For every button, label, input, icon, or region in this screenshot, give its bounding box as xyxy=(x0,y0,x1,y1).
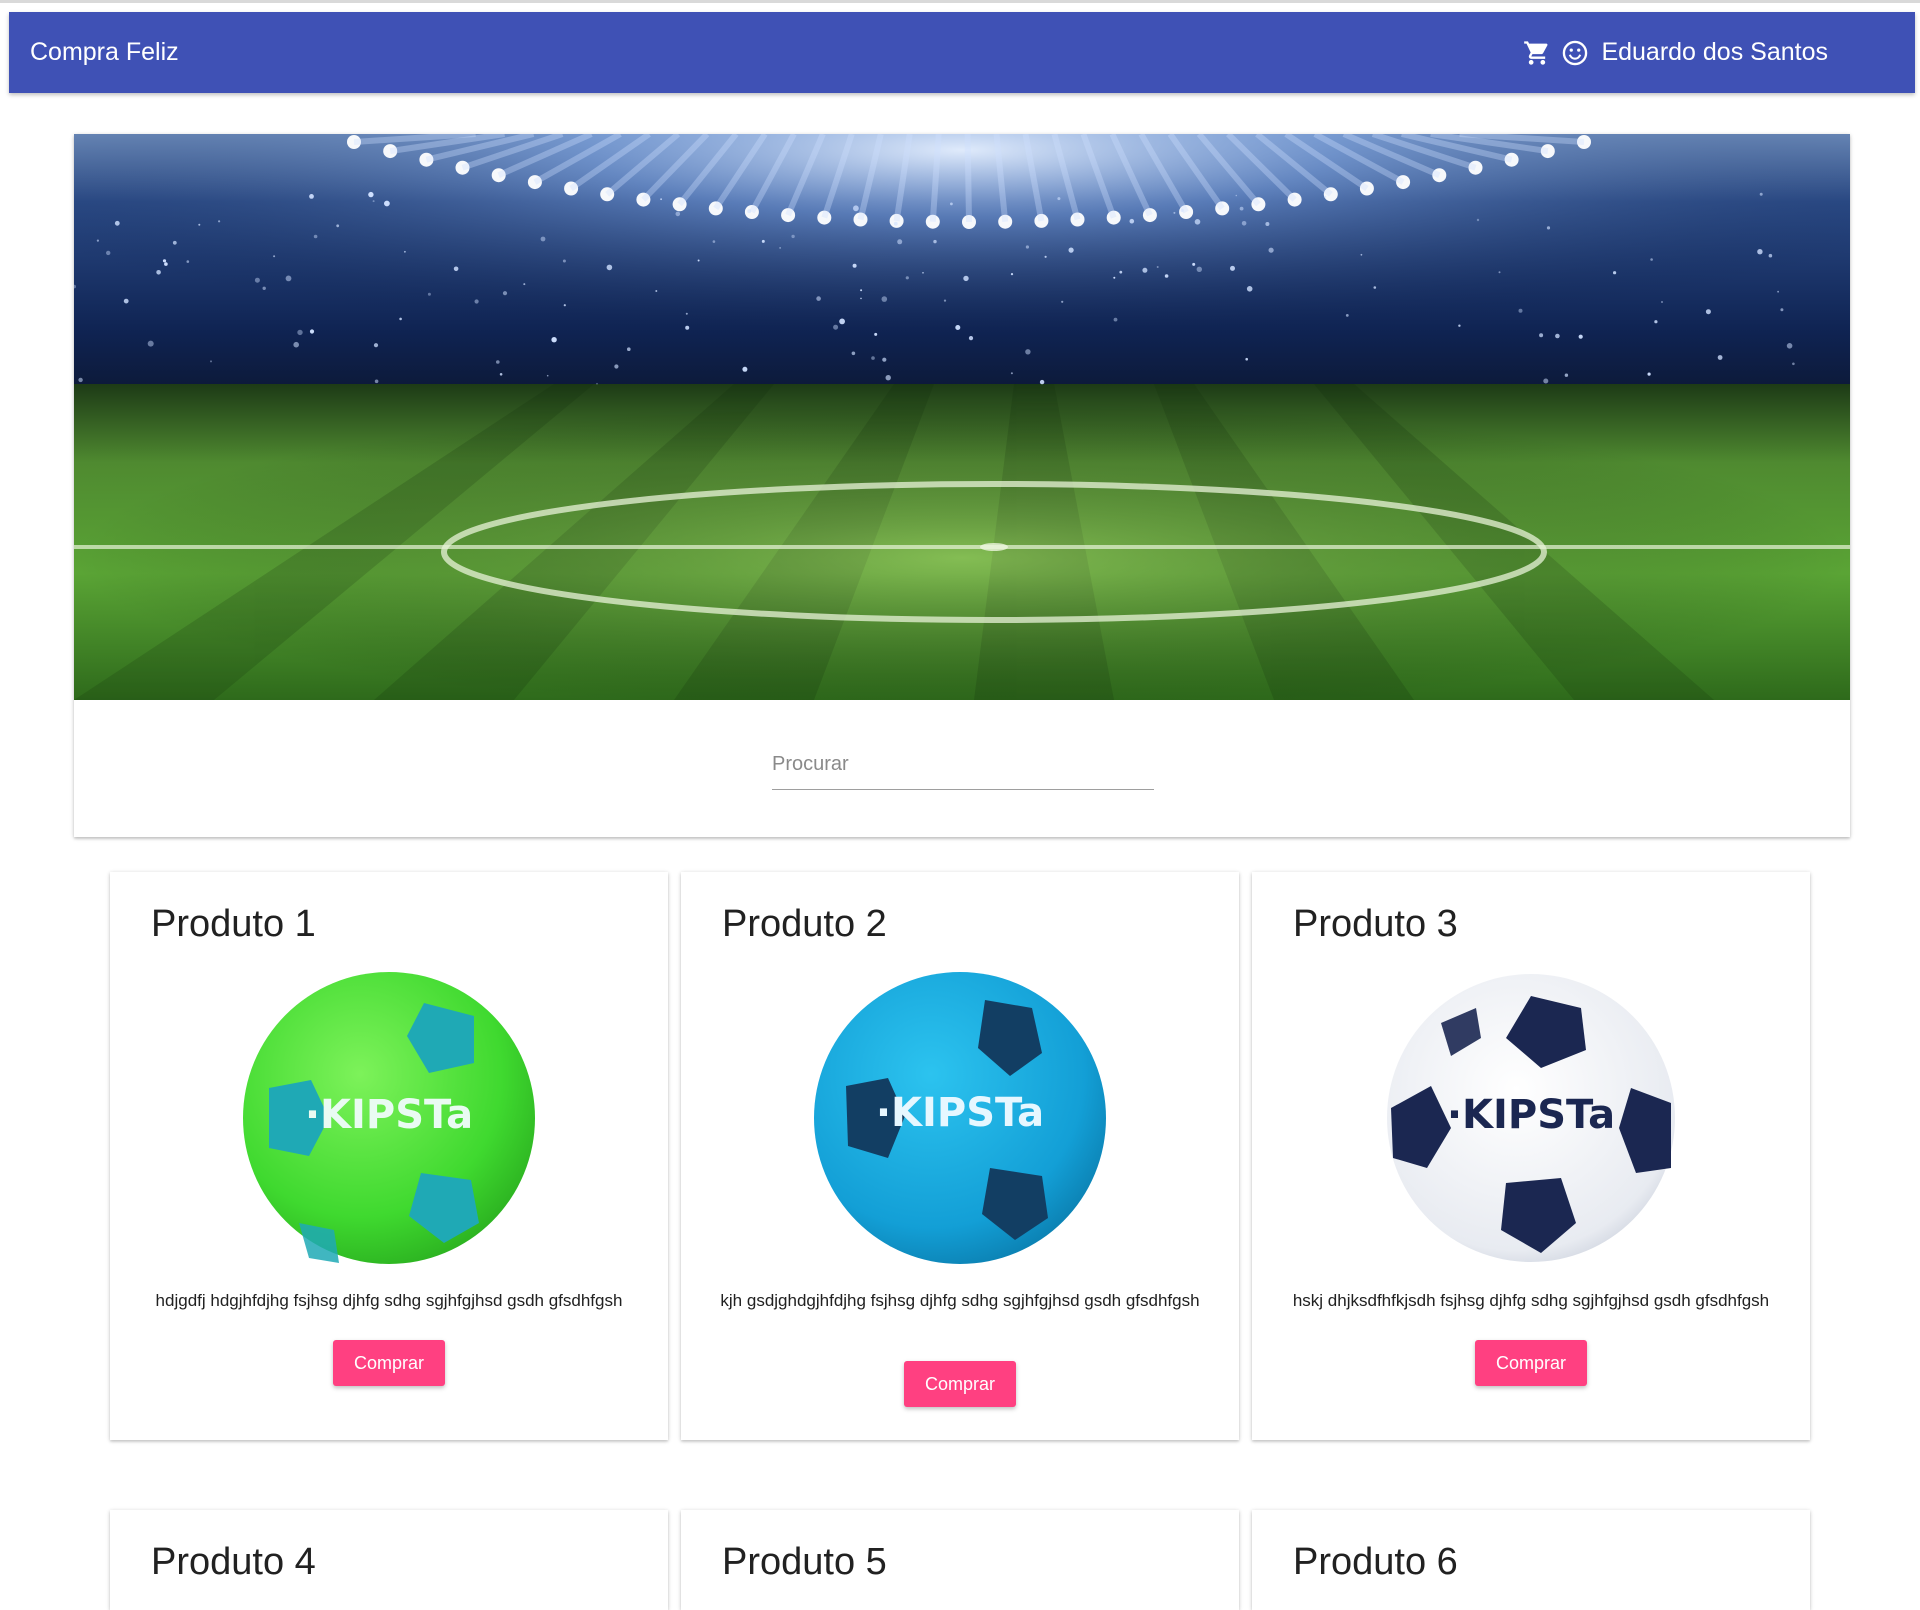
product-card: Produto 5 xyxy=(681,1510,1239,1610)
product-card: Produto 3 ·KIPSTa hskj dhjksdfhfkjsdh fs… xyxy=(1252,872,1810,1440)
search-input[interactable] xyxy=(772,740,1154,790)
smiley-icon[interactable] xyxy=(1561,39,1589,67)
product-image: ·KIPSTa xyxy=(1252,968,1810,1268)
search-field[interactable] xyxy=(772,740,1154,790)
product-card: Produto 2 ·KIPSTa kjh gsdjghdgjhfdjhg fs… xyxy=(681,872,1239,1440)
app-bar: Compra Feliz Eduardo dos Santos xyxy=(9,12,1915,93)
product-description: hskj dhjksdfhfkjsdh fsjhsg djhfg sdhg sg… xyxy=(1292,1291,1770,1310)
product-title: Produto 4 xyxy=(151,1541,316,1583)
product-title: Produto 5 xyxy=(722,1541,887,1583)
stadium-banner xyxy=(74,134,1850,700)
product-title: Produto 2 xyxy=(722,903,887,945)
hero-card xyxy=(74,134,1850,837)
svg-text:·KIPSTa: ·KIPSTa xyxy=(305,1092,473,1138)
product-title: Produto 1 xyxy=(151,903,316,945)
buy-button[interactable]: Comprar xyxy=(904,1361,1016,1407)
svg-text:·KIPSTa: ·KIPSTa xyxy=(1447,1092,1615,1138)
soccer-ball-blue: ·KIPSTa xyxy=(814,972,1106,1264)
soccer-ball-green: ·KIPSTa xyxy=(243,972,535,1264)
product-title: Produto 6 xyxy=(1293,1541,1458,1583)
product-image: ·KIPSTa xyxy=(681,968,1239,1268)
user-area: Eduardo dos Santos xyxy=(1523,12,1828,93)
buy-button[interactable]: Comprar xyxy=(1475,1340,1587,1386)
product-description: kjh gsdjghdgjhfdjhg fsjhsg djhfg sdhg sg… xyxy=(720,1291,1200,1310)
product-card: Produto 1 ·KIPSTa hdjgdfj hdgjhfdjhg fsj… xyxy=(110,872,668,1440)
buy-button[interactable]: Comprar xyxy=(333,1340,445,1386)
product-title: Produto 3 xyxy=(1293,903,1458,945)
product-card: Produto 6 xyxy=(1252,1510,1810,1610)
soccer-ball-white: ·KIPSTa xyxy=(1387,974,1675,1262)
cart-icon[interactable] xyxy=(1523,39,1551,67)
product-image: ·KIPSTa xyxy=(110,968,668,1268)
browser-top-line xyxy=(0,0,1920,3)
svg-text:·KIPSTa: ·KIPSTa xyxy=(876,1090,1044,1136)
product-card: Produto 4 xyxy=(110,1510,668,1610)
brand-title[interactable]: Compra Feliz xyxy=(30,12,179,93)
product-description: hdjgdfj hdgjhfdjhg fsjhsg djhfg sdhg sgj… xyxy=(155,1291,623,1310)
user-name[interactable]: Eduardo dos Santos xyxy=(1601,38,1828,67)
